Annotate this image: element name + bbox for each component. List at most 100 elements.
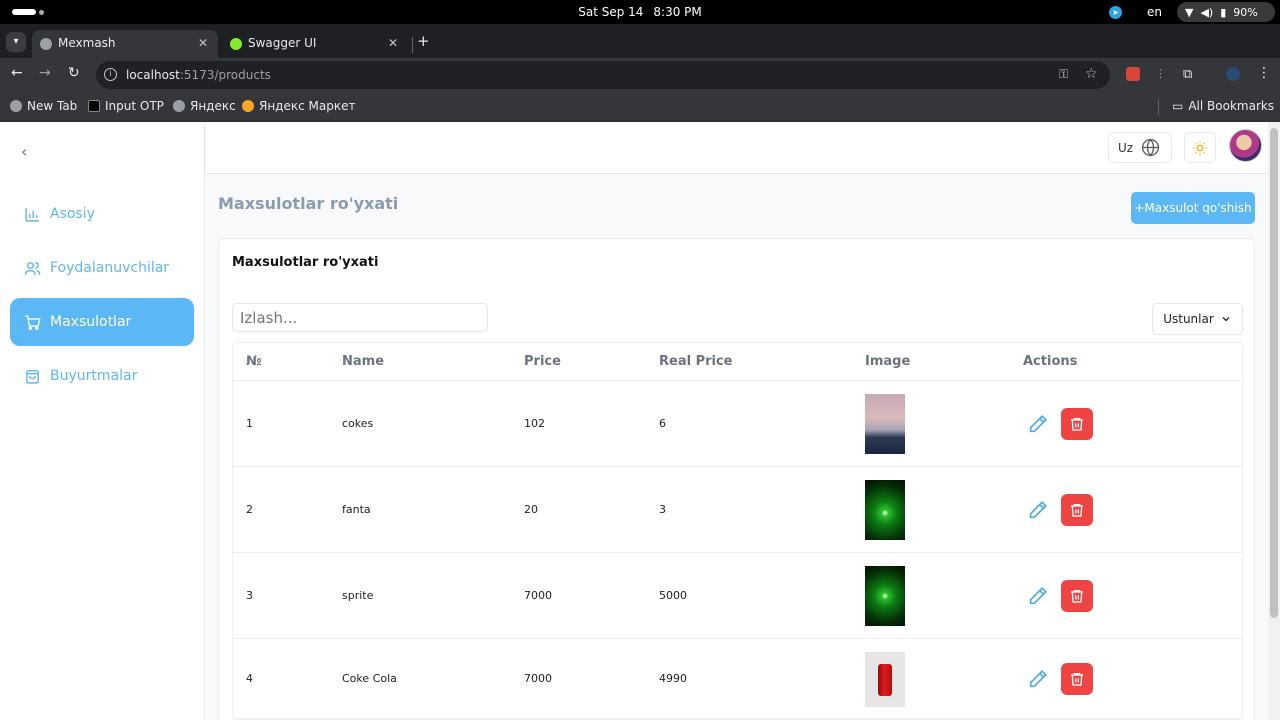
volume-icon: ◀) (1200, 5, 1214, 19)
cell-number: 1 (246, 417, 253, 430)
all-bookmarks-folder[interactable]: ▭ All Bookmarks (1172, 99, 1274, 113)
site-info-icon[interactable]: i (104, 68, 117, 81)
password-key-icon[interactable]: ⚿ (1059, 67, 1068, 82)
tab-search-dropdown[interactable]: ▾ (6, 32, 26, 52)
chrome-menu-icon[interactable]: ⋮ (1257, 65, 1271, 81)
bookmark-yandex[interactable]: Яндекс (173, 99, 236, 113)
columns-dropdown-button[interactable]: Ustunlar (1152, 303, 1243, 335)
app-header: Uz (206, 122, 1268, 174)
language-code: Uz (1118, 140, 1134, 155)
browser-tab-strip: ▾ Mexmash ✕ Swagger UI ✕ + (0, 24, 1280, 58)
product-image-green-leaf[interactable] (865, 480, 905, 540)
tab-title: Mexmash (58, 36, 116, 50)
globe-icon (173, 100, 185, 112)
globe-icon (40, 38, 52, 50)
new-tab-button[interactable]: + (417, 32, 430, 50)
cell-name: Coke Cola (342, 672, 397, 685)
product-image-green-leaf[interactable] (865, 566, 905, 626)
cell-real-price: 4990 (659, 672, 687, 685)
page-title: Maxsulotlar ro'yxati (218, 194, 399, 213)
cell-price: 7000 (524, 672, 552, 685)
table-row: 4 Coke Cola 7000 4990 (233, 639, 1242, 719)
column-header-actions: Actions (1023, 354, 1078, 369)
reload-icon[interactable]: ↻ (68, 65, 80, 81)
table-header-row: № Name Price Real Price Image Actions (233, 343, 1242, 381)
theme-toggle-button[interactable] (1184, 132, 1216, 163)
extension-mic-icon[interactable]: ⋮ (1155, 67, 1166, 81)
address-bar[interactable]: i localhost:5173/products ⚿ ☆ (96, 61, 1110, 89)
sidebar-item-foydalanuvchilar[interactable]: Foydalanuvchilar (10, 244, 194, 292)
url-text[interactable]: localhost:5173/products (126, 68, 271, 82)
tab-swagger[interactable]: Swagger UI ✕ (222, 30, 408, 58)
column-header-number[interactable]: № (246, 354, 262, 369)
bookmark-yandex-market[interactable]: Яндекс Маркет (242, 99, 355, 113)
delete-button[interactable] (1061, 408, 1093, 440)
column-header-name[interactable]: Name (342, 354, 384, 369)
cell-name: fanta (342, 503, 371, 516)
system-status-menu[interactable]: ▼ ◀) ▮ 90% (1177, 2, 1275, 22)
delete-button[interactable] (1061, 494, 1093, 526)
keyboard-language-indicator[interactable]: en (1147, 5, 1162, 19)
card-title: Maxsulotlar ro'yxati (232, 255, 379, 270)
bookmark-input-otp[interactable]: Input OTP (88, 99, 164, 113)
edit-pencil-icon[interactable] (1027, 413, 1049, 435)
telegram-tray-icon[interactable]: ➤ (1109, 6, 1122, 19)
sidebar-item-asosiy[interactable]: Asosiy (10, 190, 194, 238)
back-arrow-icon[interactable]: ← (11, 65, 23, 81)
column-header-image[interactable]: Image (865, 354, 910, 369)
table-row: 2 fanta 20 3 (233, 467, 1242, 553)
forward-arrow-icon[interactable]: → (39, 65, 51, 81)
folder-icon: ▭ (1172, 99, 1184, 113)
sidebar-item-label: Maxsulotlar (50, 314, 132, 330)
delete-button[interactable] (1061, 663, 1093, 695)
close-tab-icon[interactable]: ✕ (198, 36, 208, 50)
add-product-button[interactable]: +Maxsulot qo'shish (1131, 192, 1255, 224)
globe-icon (1142, 138, 1160, 157)
sidebar-item-maxsulotlar[interactable]: Maxsulotlar (10, 298, 194, 346)
otp-icon (88, 100, 100, 112)
column-header-real-price[interactable]: Real Price (659, 354, 733, 369)
battery-level: 90% (1233, 5, 1258, 19)
page-scrollbar[interactable] (1268, 122, 1280, 720)
scrollbar-thumb[interactable] (1270, 128, 1278, 618)
wifi-icon: ▼ (1185, 5, 1194, 19)
edit-pencil-icon[interactable] (1027, 585, 1049, 607)
close-tab-icon[interactable]: ✕ (388, 36, 398, 50)
tab-title: Swagger UI (248, 36, 317, 50)
search-input[interactable] (232, 303, 488, 332)
extensions-puzzle-icon[interactable]: ⧉ (1183, 67, 1197, 82)
cell-real-price: 3 (659, 503, 666, 516)
system-clock[interactable]: Sat Sep 14 8:30 PM (0, 5, 1280, 19)
cell-name: cokes (342, 417, 374, 430)
bookmarks-bar: New Tab Input OTP Яндекс Яндекс Маркет ▭… (0, 92, 1280, 122)
shopping-bag-icon (26, 369, 39, 384)
sidebar-item-buyurtmalar[interactable]: Buyurtmalar (10, 352, 194, 400)
sidebar-item-label: Foydalanuvchilar (50, 260, 170, 276)
tab-mexmash[interactable]: Mexmash ✕ (32, 30, 218, 58)
product-image-coca-cola-can[interactable] (865, 652, 905, 707)
cola-can-shape (878, 664, 892, 696)
extension-icon[interactable] (1126, 67, 1140, 81)
edit-pencil-icon[interactable] (1027, 668, 1049, 690)
cell-real-price: 6 (659, 417, 666, 430)
bookmarks-separator (1158, 99, 1159, 115)
delete-button[interactable] (1061, 580, 1093, 612)
users-icon (24, 261, 41, 275)
language-switcher[interactable]: Uz (1108, 132, 1172, 163)
trash-icon (1071, 418, 1083, 431)
trash-icon (1071, 673, 1083, 686)
edit-pencil-icon[interactable] (1027, 499, 1049, 521)
user-avatar[interactable] (1229, 129, 1262, 162)
bookmark-new-tab[interactable]: New Tab (10, 99, 77, 113)
profile-icon[interactable] (1226, 67, 1240, 81)
swagger-icon (230, 38, 242, 50)
sun-icon (1193, 140, 1207, 155)
bookmark-star-icon[interactable]: ☆ (1085, 66, 1098, 82)
collapse-sidebar-chevron-icon[interactable]: ‹ (21, 142, 27, 161)
cell-number: 4 (246, 672, 253, 685)
product-image-sunset-mountains[interactable] (865, 394, 905, 454)
column-header-price[interactable]: Price (524, 354, 561, 369)
system-top-bar: Sat Sep 14 8:30 PM ➤ en ▼ ◀) ▮ 90% (0, 0, 1280, 24)
cell-real-price: 5000 (659, 589, 687, 602)
trash-icon (1071, 504, 1083, 517)
